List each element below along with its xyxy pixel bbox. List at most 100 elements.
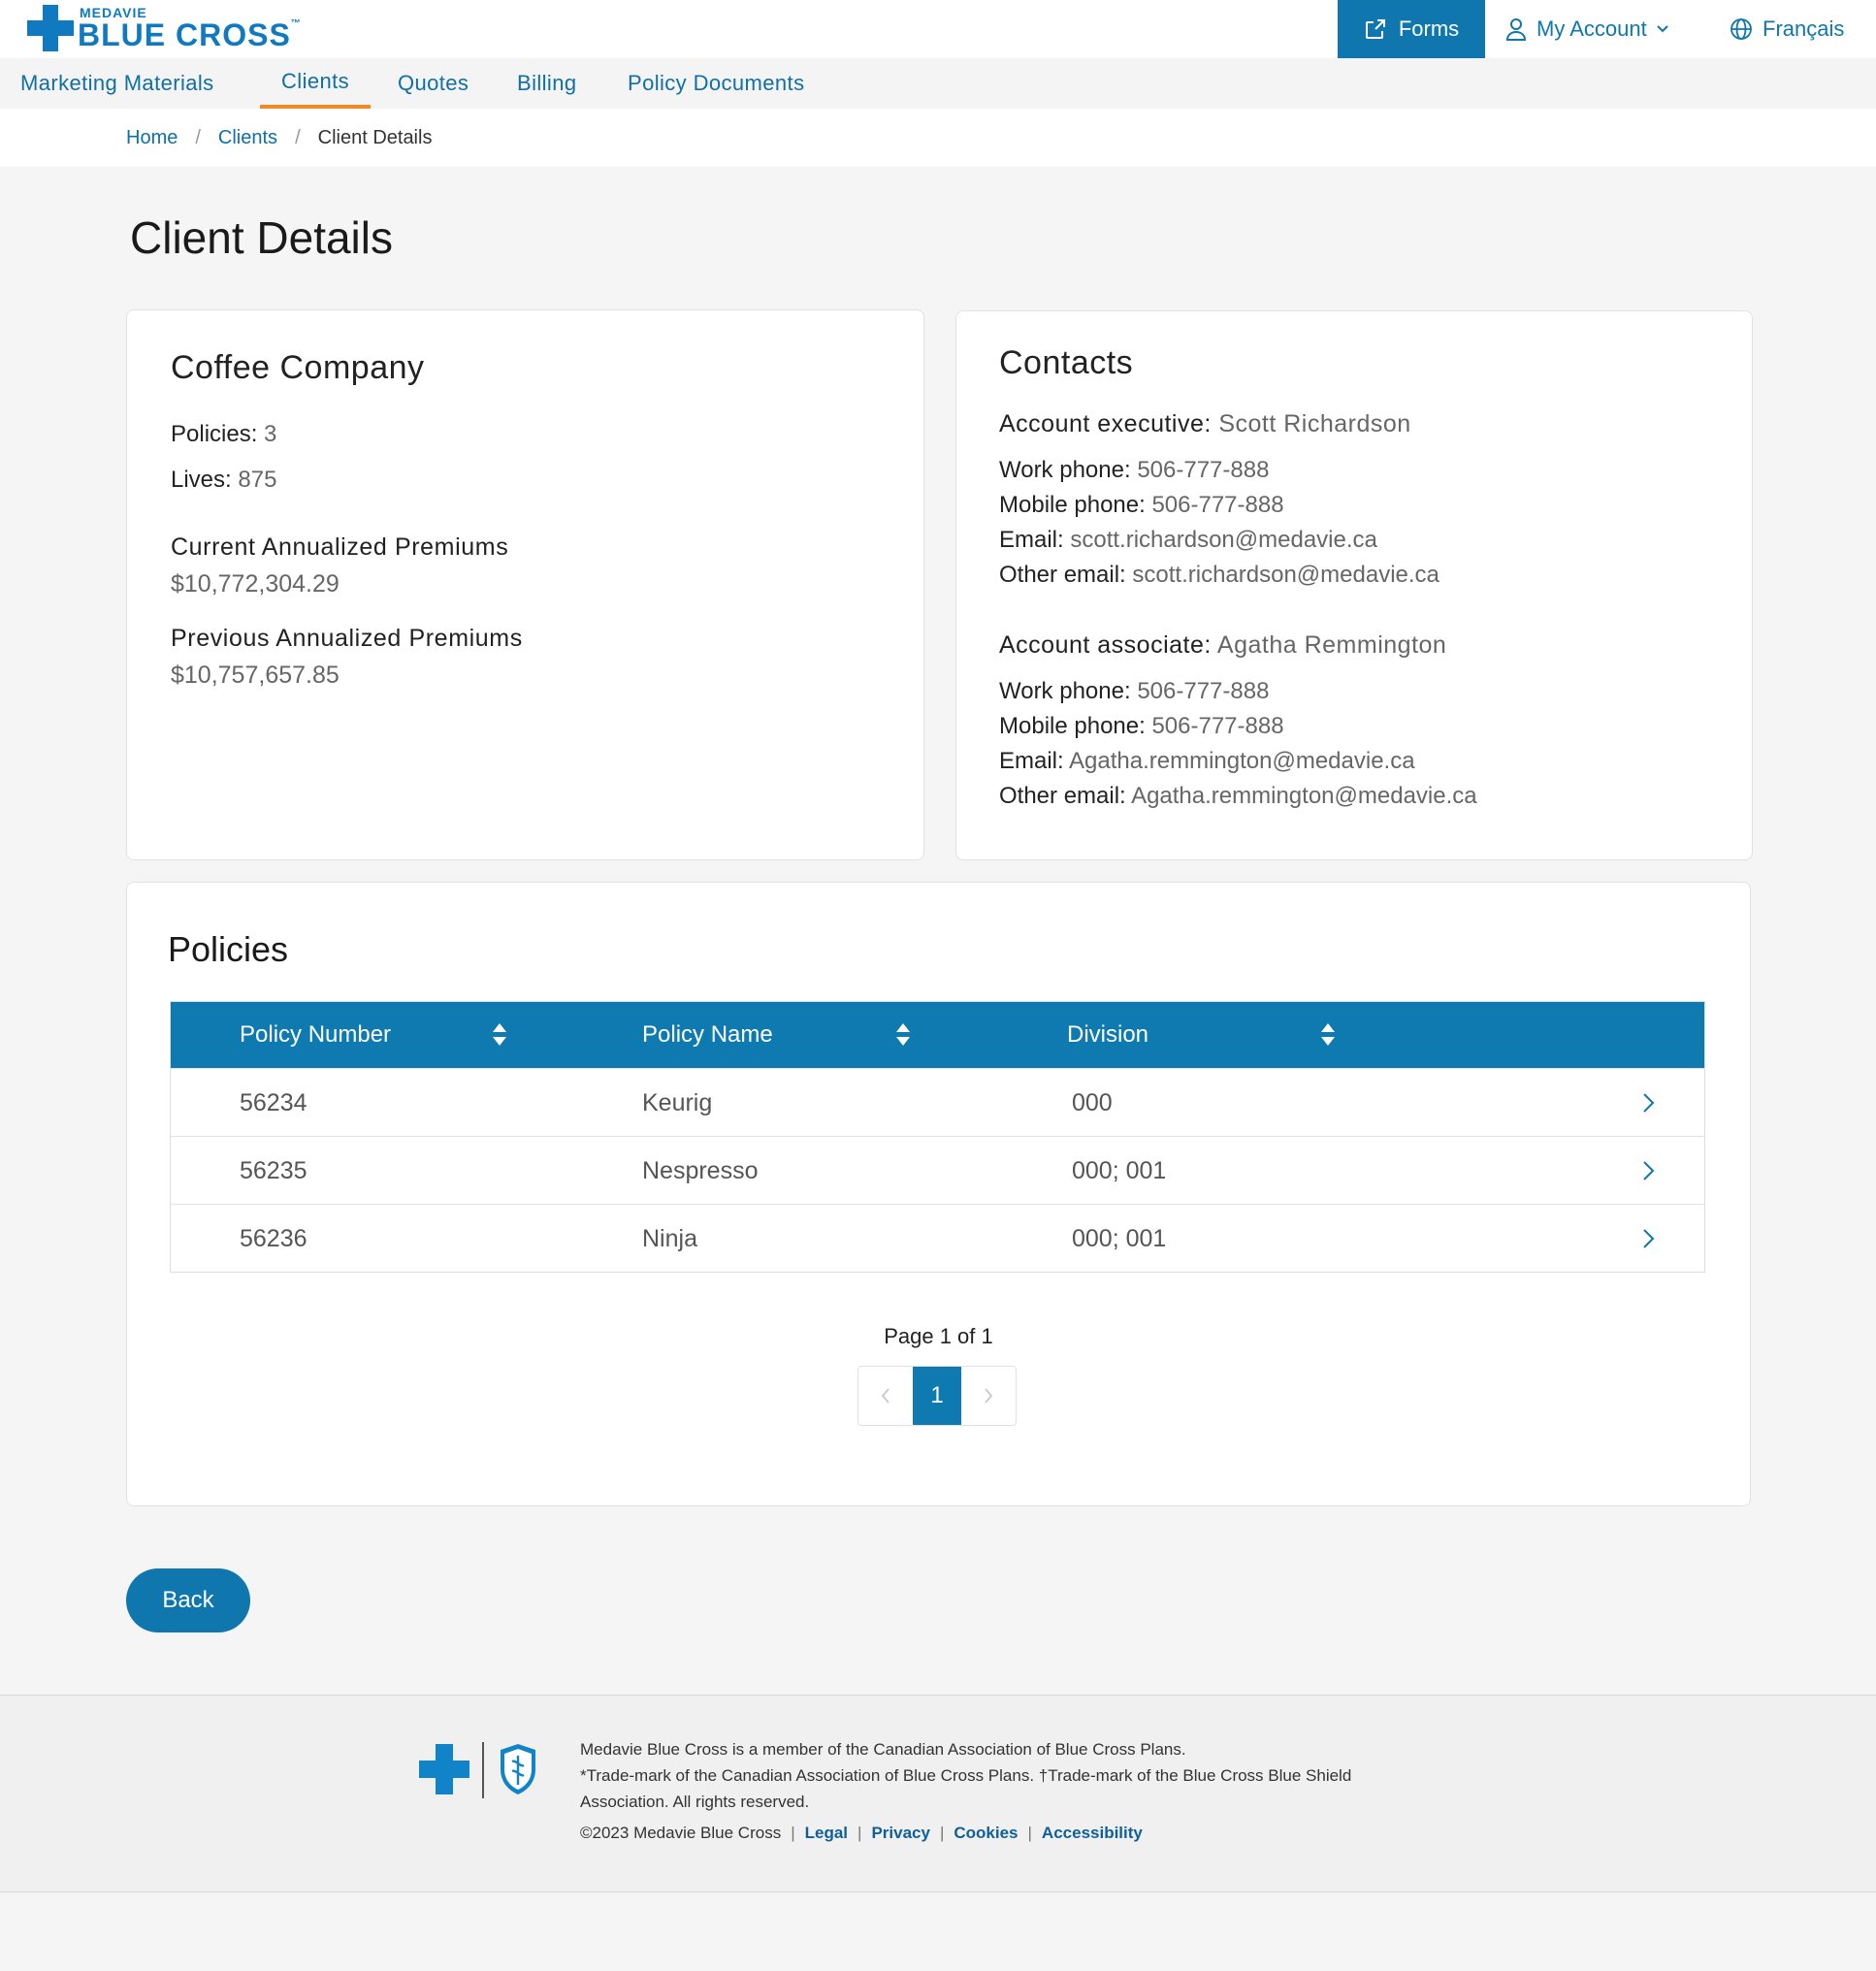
chevron-right-icon [985,1388,993,1404]
company-summary-card: Coffee Company Policies: 3 Lives: 875 Cu… [126,309,924,860]
next-page-button[interactable] [961,1367,1016,1425]
footer-separator: | [791,1824,795,1842]
email-label: Email: [999,527,1064,553]
policies-table: Policy Number Policy Name Division 56234… [170,1001,1705,1273]
lives-count-label: Lives: [171,467,232,493]
work-phone-label: Work phone: [999,457,1131,483]
other-email-label: Other email: [999,562,1126,588]
associate-work-phone: Work phone: 506-777-888 [999,678,1269,705]
mobile-phone-label: Mobile phone: [999,492,1146,518]
executive-work-phone: Work phone: 506-777-888 [999,457,1269,484]
medavie-blue-cross-logo[interactable]: MEDAVIE BLUE CROSS™ [27,5,302,51]
sort-icon[interactable] [1321,1023,1335,1049]
executive-mobile-phone: Mobile phone: 506-777-888 [999,492,1284,519]
account-associate: Account associate: Agatha Remmington [999,631,1447,659]
email-label: Email: [999,748,1064,774]
nav-policy-documents[interactable]: Policy Documents [628,58,804,109]
footer-link-cookies[interactable]: Cookies [954,1824,1018,1843]
mobile-phone-value: 506-777-888 [1151,492,1284,518]
chevron-right-icon[interactable] [1636,1091,1660,1115]
policies-count: Policies: 3 [171,421,276,448]
account-executive-label: Account executive [999,410,1205,437]
table-row[interactable]: 56236 Ninja 000; 001 [171,1204,1704,1272]
account-associate-label: Account associate [999,631,1205,659]
associate-email: Email: Agatha.remmington@medavie.ca [999,748,1415,775]
footer-separator: | [857,1824,862,1842]
column-division[interactable]: Division [1067,1002,1148,1068]
footer-copyright: ©2023 Medavie Blue Cross [580,1824,782,1842]
previous-page-button[interactable] [858,1367,913,1425]
footer-membership-text: Medavie Blue Cross is a member of the Ca… [580,1740,1186,1759]
chevron-left-icon [881,1388,889,1404]
footer-disclaimer: Medavie Blue Cross is a member of the Ca… [580,1736,1414,1815]
policy-name-cell: Ninja [642,1224,697,1252]
forms-label: Forms [1398,16,1460,41]
other-email-label: Other email: [999,783,1126,809]
executive-other-email: Other email: scott.richardson@medavie.ca [999,562,1439,589]
column-label: Division [1067,1021,1149,1048]
column-policy-number[interactable]: Policy Number [240,1002,391,1068]
logo-trademark: ™ [290,18,302,29]
policy-number-cell: 56236 [240,1224,307,1252]
footer-link-legal[interactable]: Legal [805,1824,848,1843]
sort-icon[interactable] [493,1023,506,1049]
footer-separator: | [939,1824,945,1842]
footer-link-privacy[interactable]: Privacy [871,1824,930,1843]
division-cell: 000; 001 [1072,1224,1167,1252]
policies-card: Policies Policy Number Policy Name Divis… [126,882,1751,1506]
breadcrumb: Home / Clients / Client Details [126,109,432,167]
footer-link-accessibility[interactable]: Accessibility [1042,1824,1143,1843]
table-header: Policy Number Policy Name Division [171,1002,1704,1068]
chevron-right-icon[interactable] [1636,1227,1660,1250]
email-value[interactable]: scott.richardson@medavie.ca [1070,527,1377,553]
company-name: Coffee Company [171,349,425,386]
previous-premiums-value: $10,757,657.85 [171,662,340,689]
nav-marketing-materials[interactable]: Marketing Materials [20,58,214,109]
policy-name-cell: Keurig [642,1088,713,1116]
other-email-value[interactable]: Agatha.remmington@medavie.ca [1131,783,1477,809]
account-executive: Account executive: Scott Richardson [999,410,1411,437]
footer-trademark-text: *Trade-mark of the Canadian Association … [580,1766,1352,1811]
footer: Medavie Blue Cross is a member of the Ca… [0,1695,1876,1892]
chevron-right-icon[interactable] [1636,1159,1660,1182]
email-value[interactable]: Agatha.remmington@medavie.ca [1069,748,1415,774]
blue-cross-icon [419,1744,469,1794]
user-icon [1505,18,1527,41]
policy-number-cell: 56235 [240,1156,307,1184]
column-label: Policy Name [642,1021,773,1048]
other-email-value[interactable]: scott.richardson@medavie.ca [1132,562,1439,588]
lives-count: Lives: 875 [171,467,276,494]
breadcrumb-home[interactable]: Home [126,127,178,149]
policies-title: Policies [168,929,289,969]
footer-separator: | [1027,1824,1032,1842]
previous-premiums-label: Previous Annualized Premiums [171,625,523,652]
breadcrumb-separator: / [295,126,301,148]
contacts-card: Contacts Account executive: Scott Richar… [955,310,1753,860]
nav-billing[interactable]: Billing [517,58,577,109]
table-row[interactable]: 56234 Keurig 000 [171,1068,1704,1136]
table-row[interactable]: 56235 Nespresso 000; 001 [171,1136,1704,1204]
breadcrumb-clients[interactable]: Clients [218,127,277,149]
column-policy-name[interactable]: Policy Name [642,1002,773,1068]
my-account-menu[interactable]: My Account [1505,0,1668,58]
account-executive-name: Scott Richardson [1218,410,1411,437]
work-phone-value: 506-777-888 [1137,457,1270,483]
sort-icon[interactable] [896,1023,910,1049]
footer-links: ©2023 Medavie Blue Cross | Legal | Priva… [580,1824,1143,1843]
column-label: Policy Number [240,1021,392,1048]
nav-clients[interactable]: Clients [260,58,372,109]
associate-other-email: Other email: Agatha.remmington@medavie.c… [999,783,1477,810]
logo-big-text: BLUE CROSS [78,17,291,52]
back-button[interactable]: Back [126,1568,250,1632]
page-title: Client Details [130,212,393,263]
nav-quotes[interactable]: Quotes [398,58,469,109]
policy-number-cell: 56234 [240,1088,307,1116]
forms-button[interactable]: Forms [1338,0,1485,58]
pagination: 1 [857,1366,1017,1426]
blue-cross-icon [27,5,74,51]
language-toggle[interactable]: Français [1730,0,1844,58]
policy-name-cell: Nespresso [642,1156,759,1184]
current-page-button[interactable]: 1 [913,1367,961,1425]
logo-divider [482,1742,484,1798]
account-associate-name: Agatha Remmington [1216,631,1447,659]
